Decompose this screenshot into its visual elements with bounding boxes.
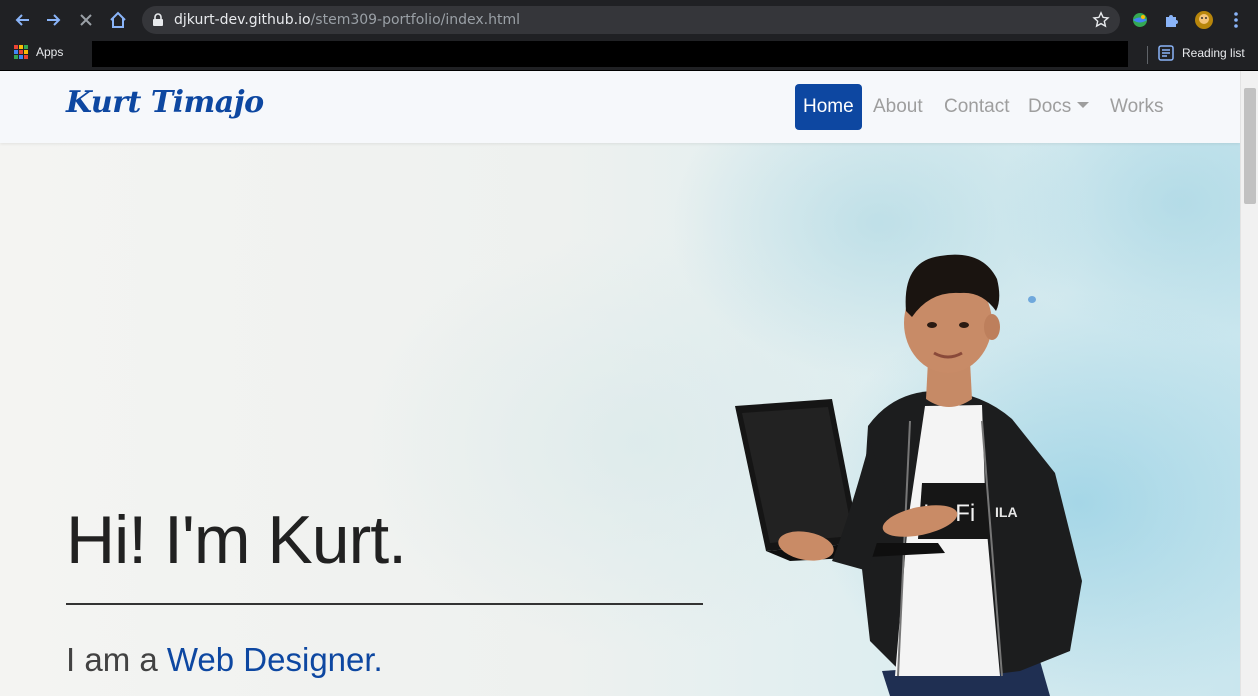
home-button[interactable]	[106, 8, 130, 32]
avatar-icon	[1195, 11, 1213, 29]
back-arrow-icon	[15, 14, 29, 26]
jacket-logo: ILA	[995, 504, 1018, 520]
home-icon	[110, 11, 126, 28]
page-scrollbar[interactable]	[1240, 71, 1258, 696]
reading-list-button[interactable]: Reading list	[1158, 45, 1245, 61]
forward-button[interactable]	[42, 8, 66, 32]
browser-toolbar: djkurt-dev.github.io/stem309-portfolio/i…	[0, 0, 1258, 40]
hero-subtitle: I am a Web Designer.	[66, 641, 383, 679]
nav-docs-dropdown[interactable]: Docs	[1028, 84, 1090, 130]
bookmarks-divider	[1147, 46, 1148, 64]
address-bar[interactable]: djkurt-dev.github.io/stem309-portfolio/i…	[142, 6, 1120, 34]
stop-loading-button[interactable]	[74, 8, 98, 32]
apps-shortcut[interactable]: Apps	[14, 45, 63, 59]
hero-role: Web Designer.	[166, 641, 383, 678]
extensions-button[interactable]	[1162, 10, 1182, 30]
forward-arrow-icon	[47, 14, 61, 26]
profile-avatar[interactable]	[1194, 10, 1214, 30]
globe-extension-icon	[1133, 13, 1147, 27]
nav-contact[interactable]: Contact	[944, 84, 1009, 130]
lock-icon	[153, 13, 163, 26]
chrome-menu-button[interactable]	[1226, 10, 1246, 30]
redacted-bookmarks	[92, 41, 1128, 67]
apps-grid-icon	[14, 45, 28, 59]
url-path: /stem309-portfolio/index.html	[310, 12, 520, 28]
back-button[interactable]	[10, 8, 34, 32]
nav-docs-label: Docs	[1028, 96, 1072, 117]
hero-subtitle-prefix: I am a	[66, 641, 158, 678]
scrollbar-thumb[interactable]	[1244, 88, 1256, 204]
extension-icon[interactable]	[1130, 10, 1150, 30]
url-host: djkurt-dev.github.io	[174, 12, 311, 28]
nav-works[interactable]: Works	[1110, 84, 1163, 130]
nav-home[interactable]: Home	[795, 84, 862, 130]
apps-label: Apps	[36, 45, 64, 59]
url-text: djkurt-dev.github.io/stem309-portfolio/i…	[174, 12, 520, 28]
hero-title: Hi! I'm Kurt.	[66, 502, 407, 578]
reading-list-icon	[1158, 45, 1174, 61]
nav-about[interactable]: About	[873, 84, 923, 130]
more-vertical-icon	[1234, 12, 1238, 28]
portrait-image: 'm Fi ILA	[735, 254, 1082, 696]
bookmarks-bar: Apps Reading list	[0, 40, 1258, 71]
site-navbar: Kurt Timajo Home About Contact Docs Work…	[0, 71, 1240, 143]
page-viewport: Kurt Timajo Home About Contact Docs Work…	[0, 71, 1240, 696]
close-icon	[80, 14, 92, 26]
reading-list-label: Reading list	[1182, 46, 1245, 60]
bookmark-star-icon[interactable]	[1092, 11, 1110, 29]
chevron-down-icon	[1077, 101, 1090, 108]
hero-divider	[66, 603, 703, 605]
site-brand[interactable]: Kurt Timajo	[66, 85, 264, 120]
puzzle-icon	[1166, 15, 1178, 27]
